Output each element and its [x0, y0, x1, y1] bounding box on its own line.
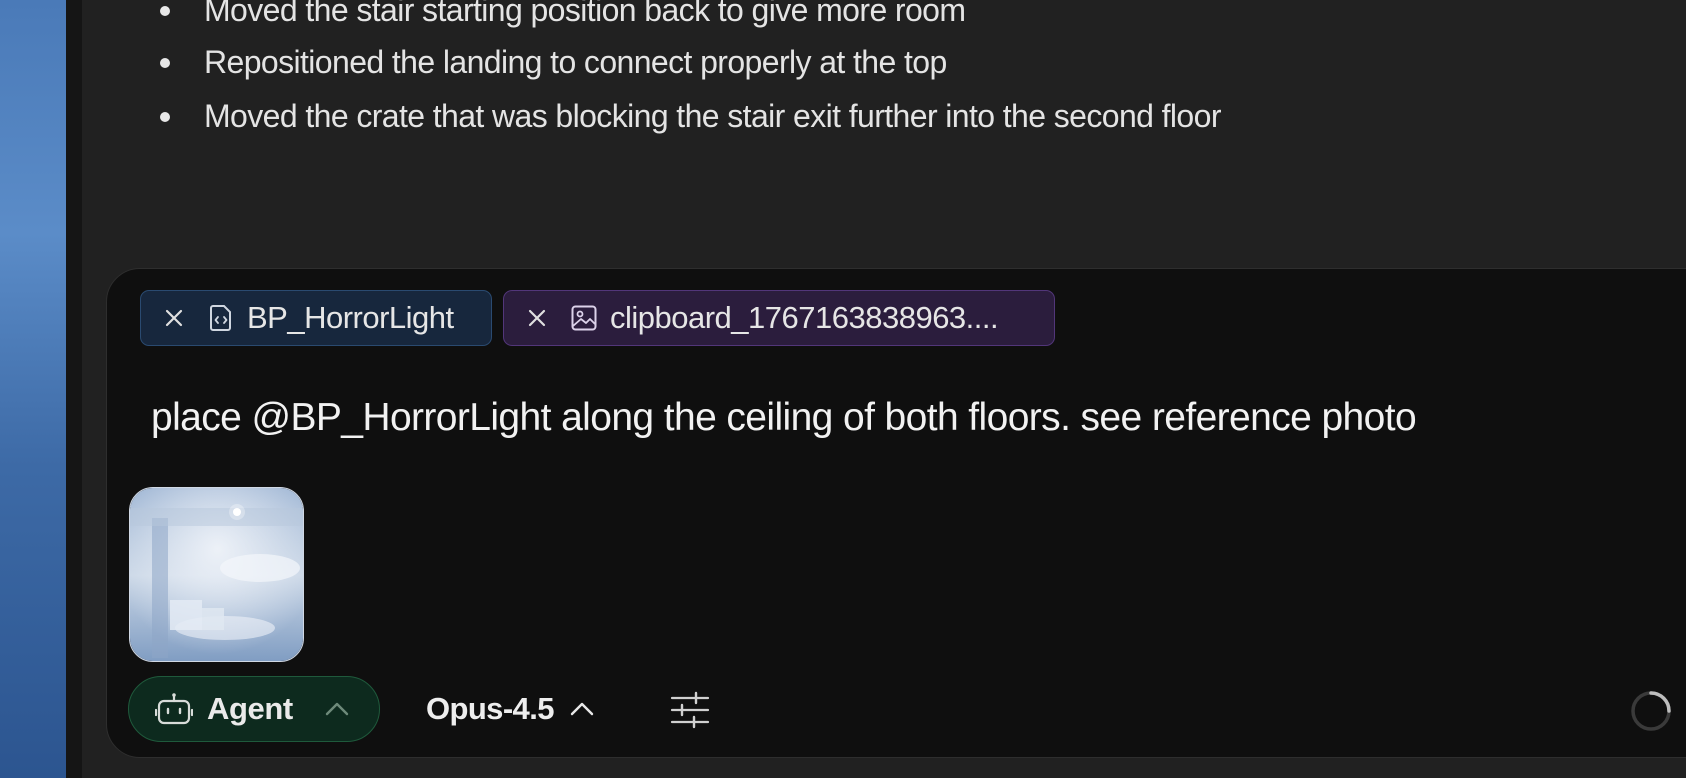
- chevron-up-icon: [568, 699, 596, 719]
- chevron-up-icon: [323, 699, 351, 719]
- prompt-input[interactable]: place @BP_HorrorLight along the ceiling …: [151, 392, 1417, 444]
- sliders-icon[interactable]: [668, 688, 712, 732]
- agent-mode-button[interactable]: Agent: [128, 676, 380, 742]
- attachment-label: BP_HorrorLight: [247, 300, 454, 335]
- reference-photo-thumbnail[interactable]: [129, 487, 304, 662]
- desktop-background: [0, 0, 66, 778]
- close-icon[interactable]: [524, 305, 550, 331]
- window-border: [66, 0, 82, 778]
- loading-spinner-icon: [1628, 688, 1674, 734]
- attachment-label: clipboard_1767163838963....: [610, 300, 999, 335]
- blueprint-file-icon: [207, 304, 235, 332]
- model-label: Opus-4.5: [426, 691, 554, 726]
- model-selector[interactable]: Opus-4.5: [426, 686, 596, 732]
- image-icon: [570, 304, 598, 332]
- robot-icon: [155, 692, 193, 726]
- close-icon[interactable]: [161, 305, 187, 331]
- agent-mode-label: Agent: [207, 691, 293, 726]
- attachment-chip-clipboard-image[interactable]: clipboard_1767163838963....: [503, 290, 1055, 346]
- attachment-chip-blueprint[interactable]: BP_HorrorLight: [140, 290, 492, 346]
